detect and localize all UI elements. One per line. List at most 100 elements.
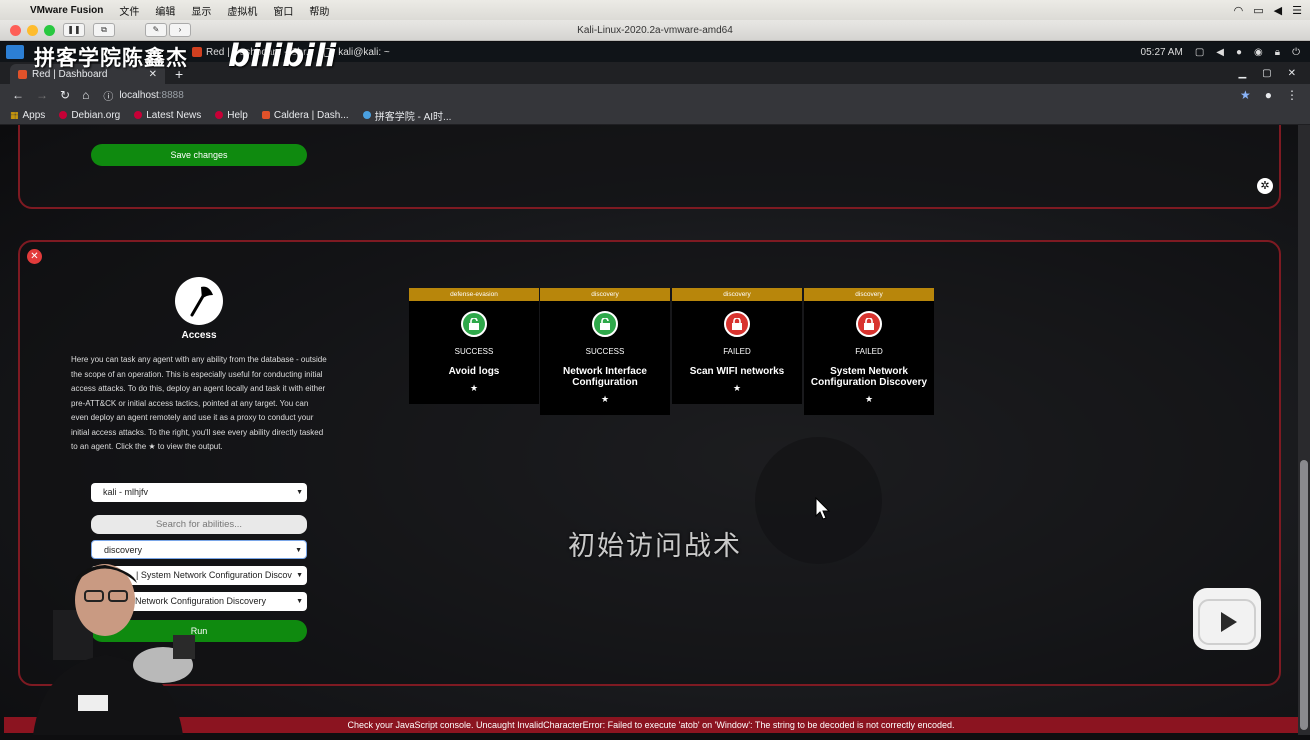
view-output-star-icon[interactable]: ★ — [672, 383, 802, 394]
card-ability-name: Network Interface Configuration — [563, 366, 647, 388]
view-output-star-icon[interactable]: ★ — [540, 394, 670, 405]
bookmark-label: Debian.org — [71, 109, 121, 121]
home-icon[interactable]: ⌂ — [82, 88, 89, 102]
card-ability-name: System Network Configuration Discovery — [810, 366, 928, 388]
lock-icon[interactable]: 🔒︎ — [1275, 47, 1280, 58]
pause-vm-button[interactable]: ❚❚ — [63, 23, 85, 37]
mouse-pointer-icon — [815, 496, 831, 526]
card-tactic: discovery — [804, 288, 934, 301]
presenter-webcam-image — [23, 555, 208, 735]
video-subtitle: 初始访问战术 — [568, 531, 742, 562]
maximize-icon[interactable]: ▢ — [1262, 68, 1271, 79]
kali-menu-icon[interactable] — [6, 45, 24, 59]
bookmark-help[interactable]: Help — [215, 110, 248, 121]
minimize-icon[interactable]: ▁ — [1238, 68, 1246, 79]
bookmark-caldera[interactable]: Caldera | Dash... — [261, 110, 349, 121]
maximize-window-icon[interactable] — [44, 24, 55, 36]
back-icon[interactable]: ← — [12, 88, 24, 102]
bookmark-pinke[interactable]: 拼客学院 - AI时... — [362, 108, 452, 123]
profile-avatar-icon[interactable]: ● — [1265, 88, 1272, 102]
bookmark-star-icon[interactable]: ★ — [1240, 88, 1251, 102]
lock-icon — [724, 311, 750, 337]
bookmark-apps[interactable]: ▦ Apps — [10, 110, 45, 121]
ability-card[interactable]: defense-evasion SUCCESS Avoid logs ★ — [409, 288, 539, 404]
forward-icon[interactable]: → — [36, 88, 48, 102]
kali-panel: Red | Dashboard - Chr... kali@kali: ~ 05… — [0, 42, 1310, 62]
list-icon[interactable]: ☰ — [1292, 4, 1302, 17]
snapshot-button[interactable]: ⧉ — [93, 23, 115, 37]
card-status: SUCCESS — [585, 347, 625, 356]
card-status: FAILED — [855, 347, 883, 356]
bookmark-label: 拼客学院 - AI时... — [374, 111, 452, 123]
info-icon[interactable]: ⓘ — [103, 88, 113, 103]
debian-icon — [59, 111, 68, 119]
chevron-down-icon: ▼ — [296, 489, 303, 496]
menu-app-name[interactable]: VMware Fusion — [26, 5, 111, 16]
bookmark-label: Help — [227, 109, 248, 121]
page-scrollbar[interactable] — [1298, 125, 1310, 735]
menu-vm[interactable]: 虚拟机 — [219, 3, 265, 18]
view-output-star-icon[interactable]: ★ — [409, 383, 539, 394]
ability-card[interactable]: discovery FAILED System Network Configur… — [804, 288, 934, 415]
volume-icon[interactable]: ◀ — [1274, 4, 1282, 17]
card-tactic: defense-evasion — [409, 288, 539, 301]
clock[interactable]: 05:27 AM — [1141, 47, 1183, 58]
agent-select[interactable]: kali - mlhjfv ▼ — [91, 483, 307, 502]
bilibili-play-icon — [1193, 588, 1261, 650]
view-output-star-icon[interactable]: ★ — [804, 394, 934, 405]
bookmarks-bar: ▦ Apps Debian.org Latest News Help Calde… — [0, 106, 1310, 125]
chrome-icon — [362, 111, 371, 119]
speaker-icon[interactable]: ◀ — [1216, 47, 1224, 58]
save-changes-button[interactable]: Save changes — [91, 144, 307, 166]
close-icon[interactable]: ✕ — [1288, 68, 1296, 79]
ability-card[interactable]: discovery FAILED Scan WIFI networks ★ — [672, 288, 802, 404]
taskbar-label-terminal: kali@kali: ~ — [338, 46, 390, 58]
card-tactic: discovery — [672, 288, 802, 301]
browser-menu-icon[interactable]: ⋮ — [1286, 88, 1298, 102]
card-status: FAILED — [723, 347, 751, 356]
url-port: :8888 — [158, 89, 184, 101]
ability-card[interactable]: discovery SUCCESS Network Interface Conf… — [540, 288, 670, 415]
apps-grid-icon: ▦ — [10, 109, 19, 120]
forward-button[interactable]: › — [169, 23, 191, 37]
card-tactic: discovery — [540, 288, 670, 301]
debian-icon — [215, 111, 224, 119]
power-icon[interactable]: ◉ — [1254, 47, 1263, 58]
url-field[interactable]: ⓘ localhost:8888 — [103, 88, 184, 103]
logout-icon[interactable]: ⏻ — [1292, 47, 1300, 58]
display-icon[interactable]: ▭ — [1253, 4, 1263, 17]
menu-help[interactable]: 帮助 — [301, 3, 337, 18]
chevron-down-icon: ▼ — [296, 572, 303, 579]
settings-wrench-button[interactable]: ✎ — [145, 23, 167, 37]
vm-window-title: Kali-Linux-2020.2a-vmware-amd64 — [577, 24, 733, 36]
chevron-down-icon: ▼ — [295, 547, 302, 554]
settings-panel — [18, 125, 1281, 209]
menu-window[interactable]: 窗口 — [265, 3, 301, 18]
minimize-window-icon[interactable] — [27, 24, 38, 36]
address-bar-row: ← → ↻ ⌂ ⓘ localhost:8888 ★ ● ⋮ — [0, 84, 1310, 106]
unlock-icon — [592, 311, 618, 337]
url-host: localhost — [119, 89, 159, 101]
card-status: SUCCESS — [454, 347, 494, 356]
debian-icon — [134, 111, 143, 119]
menu-view[interactable]: 显示 — [183, 3, 219, 18]
tactic-select-value: discovery — [104, 545, 143, 555]
reload-icon[interactable]: ↻ — [60, 88, 70, 102]
menu-file[interactable]: 文件 — [111, 3, 147, 18]
settings-gear-icon[interactable]: ✲ — [1257, 178, 1273, 194]
screen-icon[interactable]: ▢ — [1195, 47, 1204, 58]
menu-edit[interactable]: 编辑 — [147, 3, 183, 18]
unlock-icon — [461, 311, 487, 337]
card-ability-name: Avoid logs — [448, 366, 500, 377]
access-title: Access — [181, 330, 217, 341]
axe-logo-icon — [175, 277, 223, 325]
wifi-icon[interactable]: ◠ — [1234, 4, 1244, 17]
bookmark-latest-news[interactable]: Latest News — [134, 110, 201, 121]
close-window-icon[interactable] — [10, 24, 21, 36]
channel-watermark: 拼客学院陈鑫杰 — [34, 46, 188, 70]
close-panel-icon[interactable]: ✕ — [27, 249, 42, 264]
bookmark-debian[interactable]: Debian.org — [59, 110, 120, 121]
scrollbar-thumb[interactable] — [1300, 460, 1308, 730]
notification-bell-icon[interactable]: ● — [1236, 47, 1242, 58]
ability-search-input[interactable]: Search for abilities... — [91, 515, 307, 534]
